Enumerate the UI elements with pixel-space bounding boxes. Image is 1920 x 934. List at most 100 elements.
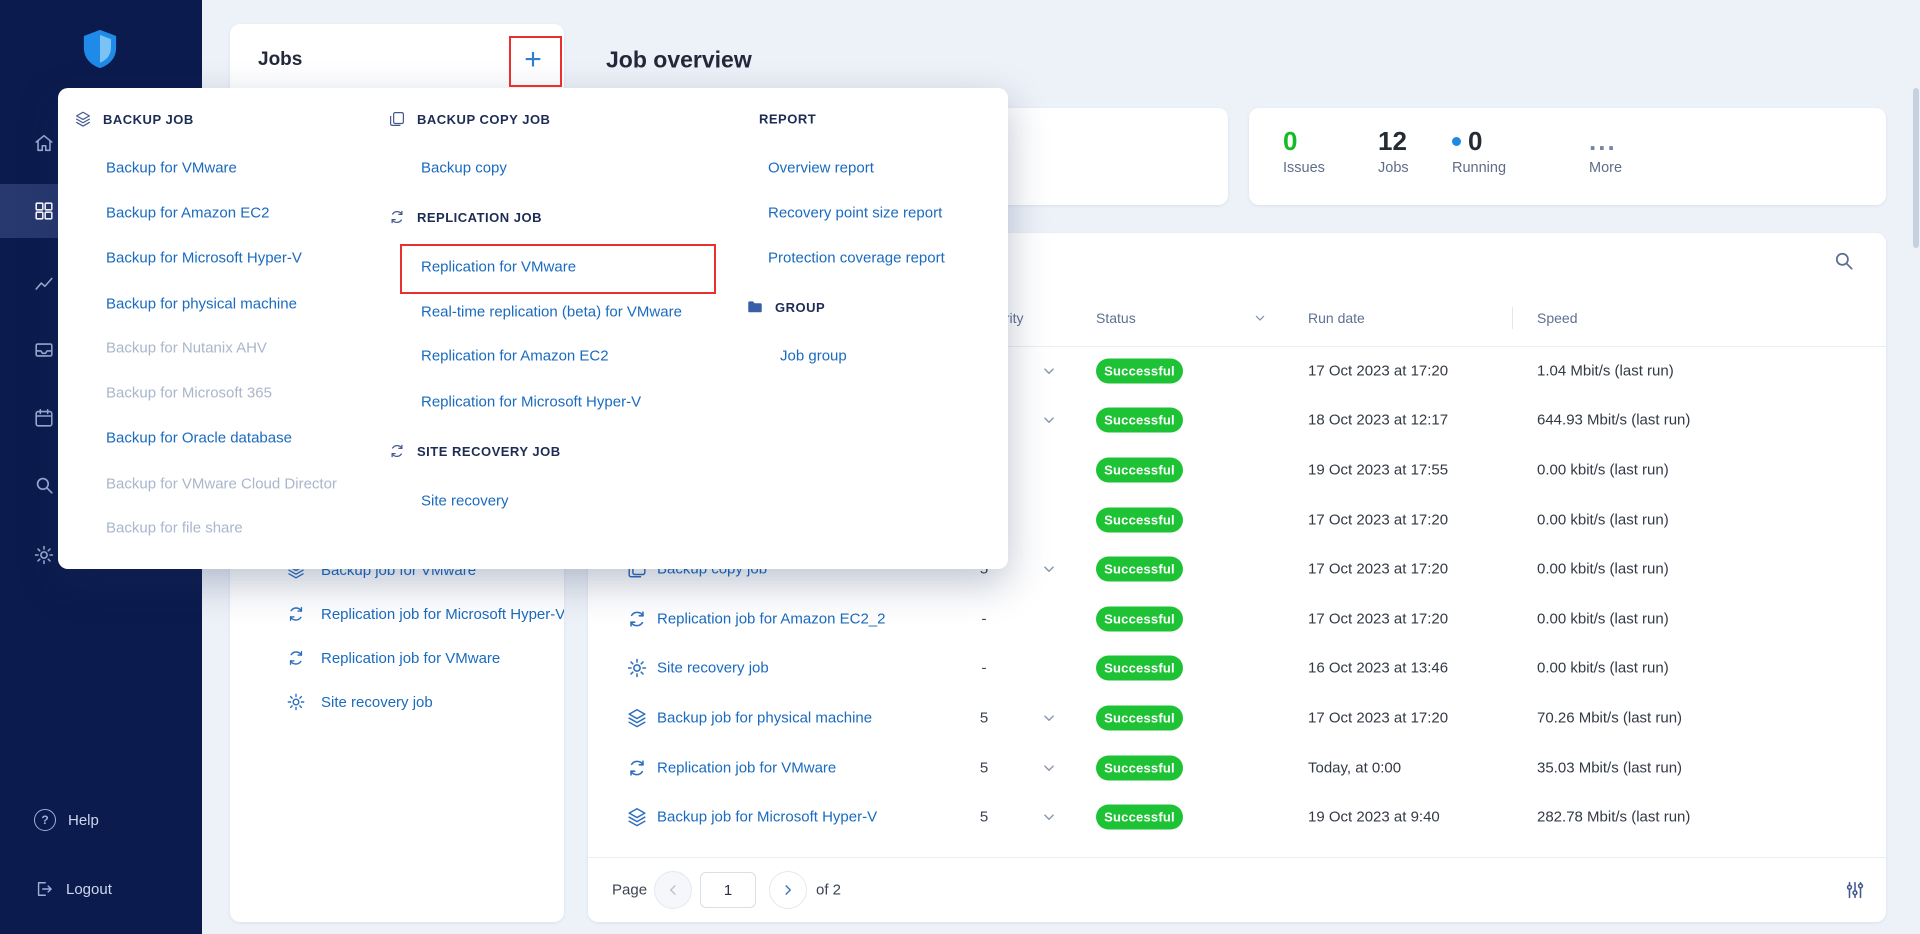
menu-item-backup-file-share: Backup for file share <box>106 519 243 537</box>
menu-item-replication-hyperv[interactable]: Replication for Microsoft Hyper-V <box>421 394 641 411</box>
table-row[interactable]: Replication job for Amazon EC2_2 - Succe… <box>588 594 1886 644</box>
table-search-icon[interactable] <box>1832 249 1855 272</box>
menu-item-backup-oracle[interactable]: Backup for Oracle database <box>106 430 292 447</box>
scrollbar-thumb[interactable] <box>1913 88 1919 248</box>
table-row[interactable]: Backup job for physical machine 5 Succes… <box>588 693 1886 743</box>
stat-more[interactable]: ... More <box>1589 127 1622 176</box>
run-date: 17 Oct 2023 at 17:20 <box>1308 560 1449 578</box>
menu-item-site-recovery[interactable]: Site recovery <box>421 493 509 510</box>
inbox-icon[interactable] <box>33 339 55 361</box>
previous-page-button[interactable] <box>654 871 692 909</box>
job-name-link[interactable]: Replication job for VMware <box>657 759 836 776</box>
status-badge: Successful <box>1096 655 1183 681</box>
status-filter-chevron-icon[interactable] <box>1252 310 1268 326</box>
menu-item-backup-hyperv[interactable]: Backup for Microsoft Hyper-V <box>106 250 302 267</box>
page-scrollbar[interactable] <box>1912 0 1920 934</box>
stat-jobs[interactable]: 12 Jobs <box>1378 127 1409 176</box>
priority-value: 5 <box>979 709 989 727</box>
tree-item-replication-hyperv[interactable]: Replication job for Microsoft Hyper-V <box>286 604 564 624</box>
stat-issues[interactable]: 0 Issues <box>1283 127 1325 176</box>
speed: 644.93 Mbit/s (last run) <box>1537 411 1691 429</box>
priority-chevron-icon[interactable] <box>1040 411 1058 429</box>
column-header-run-date[interactable]: Run date <box>1308 310 1365 326</box>
jobs-value: 12 <box>1378 126 1407 156</box>
home-icon[interactable] <box>33 132 55 154</box>
search-nav-icon[interactable] <box>33 474 55 496</box>
priority-chevron-icon[interactable] <box>1040 759 1058 777</box>
status-badge: Successful <box>1096 457 1183 483</box>
menu-item-replication-vmware[interactable]: Replication for VMware <box>421 259 576 276</box>
tree-item-label: Replication job for Microsoft Hyper-V <box>321 605 564 623</box>
menu-section-label: BACKUP JOB <box>103 111 194 127</box>
job-name-link[interactable]: Backup job for physical machine <box>657 709 872 726</box>
backup-icon <box>626 806 648 828</box>
job-name-link[interactable]: Site recovery job <box>657 660 769 677</box>
activity-chart-icon[interactable] <box>33 273 55 295</box>
column-header-status[interactable]: Status <box>1096 310 1136 326</box>
help-button[interactable]: ? Help <box>34 809 99 831</box>
logout-button[interactable]: Logout <box>34 879 112 899</box>
menu-item-backup-vmware[interactable]: Backup for VMware <box>106 160 237 177</box>
create-job-menu: BACKUP JOB Backup for VMware Backup for … <box>58 88 1008 569</box>
column-divider <box>1512 307 1513 329</box>
menu-item-backup-copy[interactable]: Backup copy <box>421 160 507 177</box>
run-date: 17 Oct 2023 at 17:20 <box>1308 709 1449 727</box>
jobs-panel-title: Jobs <box>258 49 303 70</box>
menu-item-replication-amazon-ec2[interactable]: Replication for Amazon EC2 <box>421 348 609 365</box>
table-row[interactable]: Replication job for VMware 5 Successful … <box>588 743 1886 793</box>
run-date: 16 Oct 2023 at 13:46 <box>1308 659 1449 677</box>
tree-item-replication-vmware[interactable]: Replication job for VMware <box>286 648 500 668</box>
table-row[interactable]: Backup job for Microsoft Hyper-V 5 Succe… <box>588 792 1886 842</box>
issues-label: Issues <box>1283 160 1325 176</box>
job-name-link[interactable]: Backup job for Microsoft Hyper-V <box>657 809 877 826</box>
menu-section-label: BACKUP COPY JOB <box>417 111 551 127</box>
run-date: 19 Oct 2023 at 17:55 <box>1308 461 1449 479</box>
priority-chevron-icon[interactable] <box>1040 560 1058 578</box>
menu-section-label: REPORT <box>759 111 817 127</box>
speed: 282.78 Mbit/s (last run) <box>1537 808 1691 826</box>
menu-item-overview-report[interactable]: Overview report <box>768 160 874 177</box>
backup-stack-icon <box>74 110 92 128</box>
priority-value: 5 <box>979 759 989 777</box>
calendar-icon[interactable] <box>33 407 55 429</box>
next-page-button[interactable] <box>769 871 807 909</box>
menu-item-backup-physical[interactable]: Backup for physical machine <box>106 296 297 313</box>
recovery-icon <box>388 442 406 460</box>
run-date: 17 Oct 2023 at 17:20 <box>1308 362 1449 380</box>
priority-chevron-icon[interactable] <box>1040 709 1058 727</box>
add-job-button[interactable]: + <box>515 42 551 78</box>
sync-icon <box>388 208 406 226</box>
table-settings-icon[interactable] <box>1844 879 1866 901</box>
backup-icon <box>626 707 648 729</box>
menu-item-job-group[interactable]: Job group <box>780 348 847 365</box>
running-value: 0 <box>1468 126 1483 156</box>
speed: 35.03 Mbit/s (last run) <box>1537 759 1683 777</box>
menu-section-group: GROUP <box>746 298 825 316</box>
job-name-link[interactable]: Replication job for Amazon EC2_2 <box>657 610 885 627</box>
copy-docs-icon <box>388 110 406 128</box>
menu-item-recovery-point-size-report[interactable]: Recovery point size report <box>768 205 942 222</box>
stat-running[interactable]: 0 Running <box>1452 127 1506 176</box>
status-badge: Successful <box>1096 358 1183 384</box>
status-badge: Successful <box>1096 556 1183 582</box>
pagination: Page of 2 <box>588 857 1886 922</box>
status-badge: Successful <box>1096 705 1183 731</box>
priority-chevron-icon[interactable] <box>1040 808 1058 826</box>
column-header-speed[interactable]: Speed <box>1537 310 1577 326</box>
table-row[interactable]: Site recovery job - Successful 16 Oct 20… <box>588 644 1886 694</box>
status-badge: Successful <box>1096 755 1183 781</box>
tree-item-site-recovery[interactable]: Site recovery job <box>286 692 433 712</box>
replication-icon <box>626 757 648 779</box>
menu-item-protection-coverage-report[interactable]: Protection coverage report <box>768 250 945 267</box>
settings-gear-icon[interactable] <box>33 544 55 566</box>
menu-section-replication-job: REPLICATION JOB <box>388 208 542 226</box>
run-date: 19 Oct 2023 at 9:40 <box>1308 808 1440 826</box>
logout-label: Logout <box>66 880 112 898</box>
priority-chevron-icon[interactable] <box>1040 362 1058 380</box>
page-number-input[interactable] <box>700 872 756 908</box>
dashboard-grid-icon[interactable] <box>33 200 55 222</box>
site-recovery-icon <box>286 692 306 712</box>
menu-item-backup-amazon-ec2[interactable]: Backup for Amazon EC2 <box>106 205 269 222</box>
menu-item-realtime-replication-vmware[interactable]: Real-time replication (beta) for VMware <box>421 304 682 321</box>
running-label: Running <box>1452 160 1507 176</box>
